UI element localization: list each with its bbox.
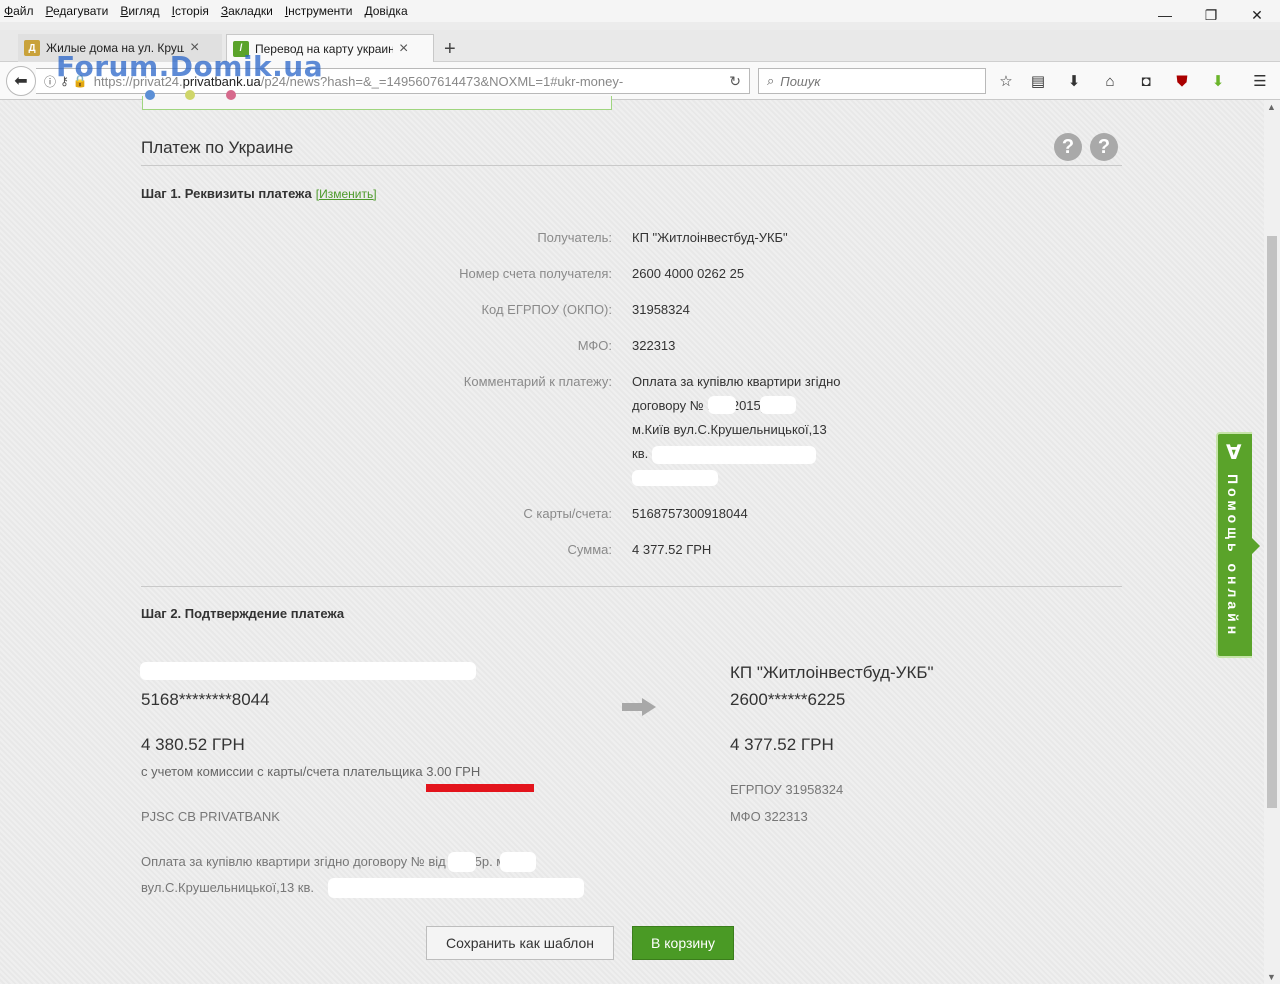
window-controls: — ❐ ✕ [1142,0,1280,30]
new-tab-button[interactable]: + [444,38,456,61]
recipient-amount: 4 377.52 ГРН [730,735,834,754]
source-card-label: С карты/счета: [523,506,612,521]
comment-line: кв. [632,446,649,461]
pocket-icon[interactable]: ◘ [1134,70,1158,92]
redaction [328,878,584,898]
sender-card: 5168********8044 [141,690,270,709]
top-panel-edge [142,96,612,110]
page-content: Платеж по Украине ? ? Шаг 1. Реквизиты п… [0,96,1264,984]
recipient-name: КП "Житлоінвестбуд-УКБ" [730,663,934,682]
menu-history[interactable]: Історія [172,4,209,18]
sender-bank: PJSC CB PRIVATBANK [141,809,280,824]
help-icon[interactable]: ? [1090,133,1118,161]
redaction [760,396,796,414]
watermark-dot [226,90,236,100]
commission-text: с учетом комиссии с карты/счета плательщ… [141,764,481,779]
save-template-button[interactable]: Сохранить как шаблон [426,926,614,960]
reading-list-icon[interactable]: ▤ [1026,70,1050,92]
redaction [140,662,476,680]
divider [141,165,1122,166]
back-button[interactable]: ⬅ [6,66,36,96]
scroll-down-icon[interactable]: ▼ [1267,972,1276,982]
watermark-dot [185,90,195,100]
downloads-icon[interactable]: ⬇ [1062,70,1086,92]
menu-help[interactable]: Довідка [364,4,407,18]
mfo-value: 322313 [632,338,676,353]
menu-view[interactable]: Вигляд [120,4,159,18]
download-helper-icon[interactable]: ⬇ [1206,70,1230,92]
info-icon[interactable]: ⓘ [44,73,56,90]
comment-line: договору № від .2015р. [632,398,772,413]
redaction [500,852,536,872]
help-online-label: Помощь онлайн [1225,474,1241,639]
search-icon: ⌕ [767,73,775,88]
domik-favicon-icon: Д [24,40,40,56]
sender-comment-line: вул.С.Крушельницької,13 кв. [141,880,314,895]
add-to-cart-button[interactable]: В корзину [632,926,734,960]
highlight-underline [426,784,534,792]
account-value: 2600 4000 0262 25 [632,266,745,281]
back-arrow-icon: ⬅ [14,73,28,90]
redaction [708,396,736,414]
menu-bar: Файл Редагувати Вигляд Історія Закладки … [0,0,1280,22]
panel-pointer [1252,538,1260,554]
comment-line: м.Київ вул.С.Крушельницької,13 [632,422,827,437]
divider [141,586,1122,587]
hamburger-menu-icon[interactable]: ☰ [1248,70,1272,92]
comment-label: Комментарий к платежу: [463,374,612,389]
recipient-account: 2600******6225 [730,690,846,709]
sender-amount: 4 380.52 ГРН [141,735,245,754]
scrollbar[interactable]: ▲ ▼ [1264,100,1280,984]
privat-logo-icon: ∀ [1226,442,1242,464]
watermark-dot [145,90,155,100]
restore-button[interactable]: ❐ [1188,0,1234,30]
menu-file[interactable]: Файл [4,4,34,18]
egrpou-label: Код ЕГРПОУ (ОКПО): [481,302,612,317]
recipient-mfo: МФО 322313 [730,809,808,824]
forum-watermark: Forum.Domik.ua [56,50,324,83]
home-icon[interactable]: ⌂ [1098,70,1122,92]
redaction [448,852,476,872]
account-label: Номер счета получателя: [459,266,612,281]
search-input[interactable] [780,73,961,89]
step1-heading: Шаг 1. Реквизиты платежа [Изменить] [141,186,377,201]
egrpou-value: 31958324 [632,302,690,317]
menu-tools[interactable]: Інструменти [285,4,353,18]
bookmark-star-icon[interactable]: ☆ [994,70,1018,92]
video-help-icon[interactable]: ? [1054,133,1082,161]
transfer-arrow-icon [622,698,656,716]
recipient-label: Получатель: [537,230,612,245]
sum-label: Сумма: [567,542,612,557]
ublock-icon[interactable]: ⛊ [1170,70,1194,92]
source-card-value: 5168757300918044 [632,506,748,521]
change-link[interactable]: [Изменить] [316,187,377,201]
tab-close-icon[interactable]: × [399,40,408,58]
comment-line: Оплата за купівлю квартири згідно [632,374,841,389]
step2-heading: Шаг 2. Подтверждение платежа [141,606,345,621]
recipient-egrpou: ЕГРПОУ 31958324 [730,782,844,797]
redaction [652,446,816,464]
sum-value: 4 377.52 ГРН [632,542,712,557]
mfo-label: МФО: [577,338,612,353]
recipient-value: КП "Житлоінвестбуд-УКБ" [632,230,788,245]
reload-icon[interactable]: ↻ [729,73,741,90]
menu-bookmarks[interactable]: Закладки [221,4,273,18]
help-online-panel[interactable]: ∀ Помощь онлайн [1216,432,1260,658]
close-window-button[interactable]: ✕ [1234,0,1280,30]
minimize-button[interactable]: — [1142,0,1188,30]
page-title: Платеж по Украине [141,138,294,157]
scroll-up-icon[interactable]: ▲ [1267,102,1276,112]
search-bar[interactable]: ⌕ [758,68,986,94]
redaction [632,470,718,486]
menu-edit[interactable]: Редагувати [46,4,109,18]
scroll-thumb[interactable] [1267,236,1277,808]
